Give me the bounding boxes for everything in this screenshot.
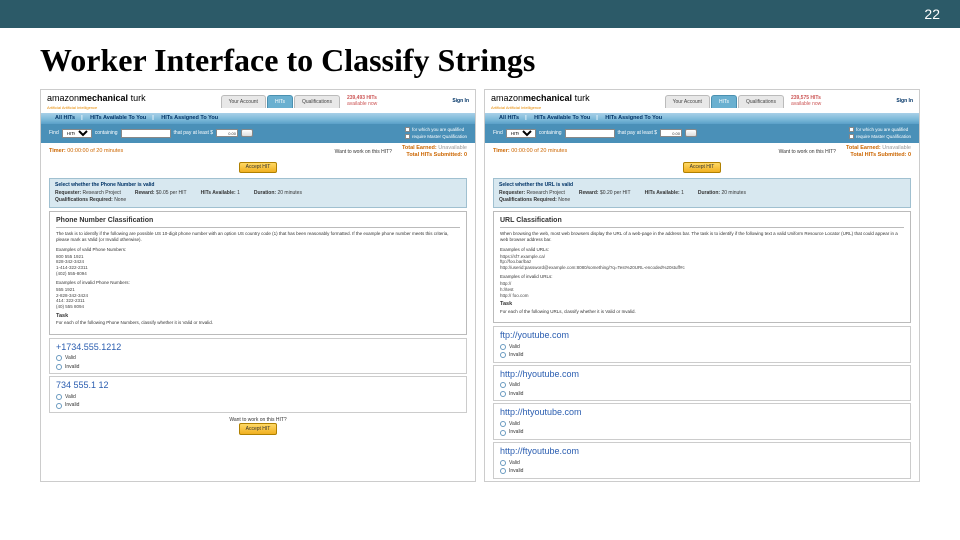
timer-row: Timer: 00:00:00 of 20 minutes Want to wo… bbox=[485, 143, 919, 161]
footer-accept: Want to work on this HIT? Accept HIT bbox=[41, 417, 475, 435]
timer-value: 00:00:00 of 20 minutes bbox=[511, 148, 567, 155]
item-value: 734 555.1 12 bbox=[56, 380, 460, 392]
cb-qualified[interactable] bbox=[849, 127, 854, 132]
containing-input[interactable] bbox=[565, 129, 615, 138]
containing-input[interactable] bbox=[121, 129, 171, 138]
pay-label: that pay at least $ bbox=[618, 130, 657, 137]
nav-all-hits[interactable]: All HITs bbox=[55, 115, 75, 121]
nav-assigned-hits[interactable]: HITs Assigned To You bbox=[605, 115, 662, 121]
signin-link[interactable]: Sign In bbox=[896, 98, 913, 105]
radio-valid[interactable] bbox=[500, 382, 506, 388]
want-label: Want to work on this HIT? bbox=[779, 149, 836, 156]
task-item: ftp://youtube.com Valid Invalid bbox=[493, 326, 911, 363]
panel-url: amazonmechanical turk Artificial Artific… bbox=[484, 89, 920, 482]
radio-invalid[interactable] bbox=[500, 430, 506, 436]
cb-qualified[interactable] bbox=[405, 127, 410, 132]
hit-count: 239,493 HITs available now bbox=[347, 95, 377, 108]
radio-invalid[interactable] bbox=[56, 403, 62, 409]
valid-examples: 800 555 1921 828-342-3424 1-414-322-2311… bbox=[56, 254, 460, 277]
hit-info: Select whether the Phone Number is valid… bbox=[49, 178, 467, 208]
tab-hits[interactable]: HITs bbox=[267, 95, 293, 109]
item-value: ftp://youtube.com bbox=[500, 330, 904, 342]
tab-quals[interactable]: Qualifications bbox=[738, 95, 784, 109]
signin-link[interactable]: Sign In bbox=[452, 98, 469, 105]
nav-assigned-hits[interactable]: HITs Assigned To You bbox=[161, 115, 218, 121]
cb-master[interactable] bbox=[405, 134, 410, 139]
item-value: http://htyoutube.com bbox=[500, 407, 904, 419]
timer-value: 00:00:00 of 20 minutes bbox=[67, 148, 123, 155]
tab-quals[interactable]: Qualifications bbox=[294, 95, 340, 109]
nav-avail-hits[interactable]: HITs Available To You bbox=[90, 115, 146, 121]
mturk-logo: amazonmechanical turk Artificial Artific… bbox=[47, 93, 146, 110]
logo-row: amazonmechanical turk Artificial Artific… bbox=[41, 90, 475, 113]
nav2: All HITs| HITs Available To You| HITs As… bbox=[485, 113, 919, 124]
panels: amazonmechanical turk Artificial Artific… bbox=[0, 89, 960, 482]
radio-invalid[interactable] bbox=[56, 364, 62, 370]
slide-header: 22 bbox=[0, 0, 960, 28]
main-tabs: Your Account HITs Qualifications bbox=[665, 95, 785, 109]
task-desc: The task is to identify if the following… bbox=[56, 231, 460, 244]
find-type-select[interactable]: HITs bbox=[62, 129, 92, 138]
timer-row: Timer: 00:00:00 of 20 minutes Want to wo… bbox=[41, 143, 475, 161]
tab-account[interactable]: Your Account bbox=[221, 95, 266, 109]
radio-valid[interactable] bbox=[500, 344, 506, 350]
pay-input[interactable]: 0.00 bbox=[216, 129, 238, 137]
nav-avail-hits[interactable]: HITs Available To You bbox=[534, 115, 590, 121]
radio-valid[interactable] bbox=[56, 394, 62, 400]
radio-valid[interactable] bbox=[500, 421, 506, 427]
tab-hits[interactable]: HITs bbox=[711, 95, 737, 109]
containing-label: containing bbox=[539, 130, 562, 137]
radio-invalid[interactable] bbox=[500, 391, 506, 397]
accept-button[interactable]: Accept HIT bbox=[239, 162, 278, 174]
accept-button[interactable]: Accept HIT bbox=[683, 162, 722, 174]
task-box: URL Classification When browsing the web… bbox=[493, 211, 911, 323]
task-item: http://ftyoutube.com Valid Invalid bbox=[493, 442, 911, 479]
task-item: http://hyoutube.com Valid Invalid bbox=[493, 365, 911, 402]
nav2: All HITs| HITs Available To You| HITs As… bbox=[41, 113, 475, 124]
task-title: Phone Number Classification bbox=[56, 216, 460, 228]
pay-label: that pay at least $ bbox=[174, 130, 213, 137]
hit-info: Select whether the URL is valid Requeste… bbox=[493, 178, 911, 208]
earned-block: Total Earned: Unavailable Total HITs Sub… bbox=[846, 145, 911, 159]
search-row: Find HITs containing that pay at least $… bbox=[485, 124, 919, 143]
task-item: http://htyoutube.com Valid Invalid bbox=[493, 403, 911, 440]
earned-block: Total Earned: Unavailable Total HITs Sub… bbox=[402, 145, 467, 159]
slide-title: Worker Interface to Classify Strings bbox=[0, 28, 960, 89]
task-item: 734 555.1 12 Valid Invalid bbox=[49, 376, 467, 413]
invalid-examples: http:// h://test http:// foo.com bbox=[500, 281, 904, 299]
go-button[interactable] bbox=[241, 129, 253, 137]
item-value: http://hyoutube.com bbox=[500, 369, 904, 381]
radio-invalid[interactable] bbox=[500, 468, 506, 474]
radio-invalid[interactable] bbox=[500, 352, 506, 358]
panel-phone: amazonmechanical turk Artificial Artific… bbox=[40, 89, 476, 482]
slide-number: 22 bbox=[924, 6, 940, 22]
find-label: Find bbox=[493, 130, 503, 137]
search-row: Find HITs containing that pay at least $… bbox=[41, 124, 475, 143]
hit-count: 239,575 HITs available now bbox=[791, 95, 821, 108]
go-button[interactable] bbox=[685, 129, 697, 137]
find-label: Find bbox=[49, 130, 59, 137]
pay-input[interactable]: 0.00 bbox=[660, 129, 682, 137]
containing-label: containing bbox=[95, 130, 118, 137]
radio-valid[interactable] bbox=[56, 355, 62, 361]
valid-examples: https://sf7.example.ca/ ftp://foo.bar/ba… bbox=[500, 254, 904, 272]
task-item: +1734.555.1212 Valid Invalid bbox=[49, 338, 467, 375]
cb-master[interactable] bbox=[849, 134, 854, 139]
task-desc: When browsing the web, most web browsers… bbox=[500, 231, 904, 244]
invalid-examples: 555 1921 2-828-342-3424 414: 322-2311 (4… bbox=[56, 287, 460, 310]
radio-valid[interactable] bbox=[500, 460, 506, 466]
task-title: URL Classification bbox=[500, 216, 904, 228]
want-label: Want to work on this HIT? bbox=[335, 149, 392, 156]
task-box: Phone Number Classification The task is … bbox=[49, 211, 467, 335]
accept-button[interactable]: Accept HIT bbox=[239, 423, 278, 435]
find-type-select[interactable]: HITs bbox=[506, 129, 536, 138]
main-tabs: Your Account HITs Qualifications bbox=[221, 95, 341, 109]
item-value: +1734.555.1212 bbox=[56, 342, 460, 354]
nav-all-hits[interactable]: All HITs bbox=[499, 115, 519, 121]
tab-account[interactable]: Your Account bbox=[665, 95, 710, 109]
logo-row: amazonmechanical turk Artificial Artific… bbox=[485, 90, 919, 113]
item-value: http://ftyoutube.com bbox=[500, 446, 904, 458]
mturk-logo: amazonmechanical turk Artificial Artific… bbox=[491, 93, 590, 110]
